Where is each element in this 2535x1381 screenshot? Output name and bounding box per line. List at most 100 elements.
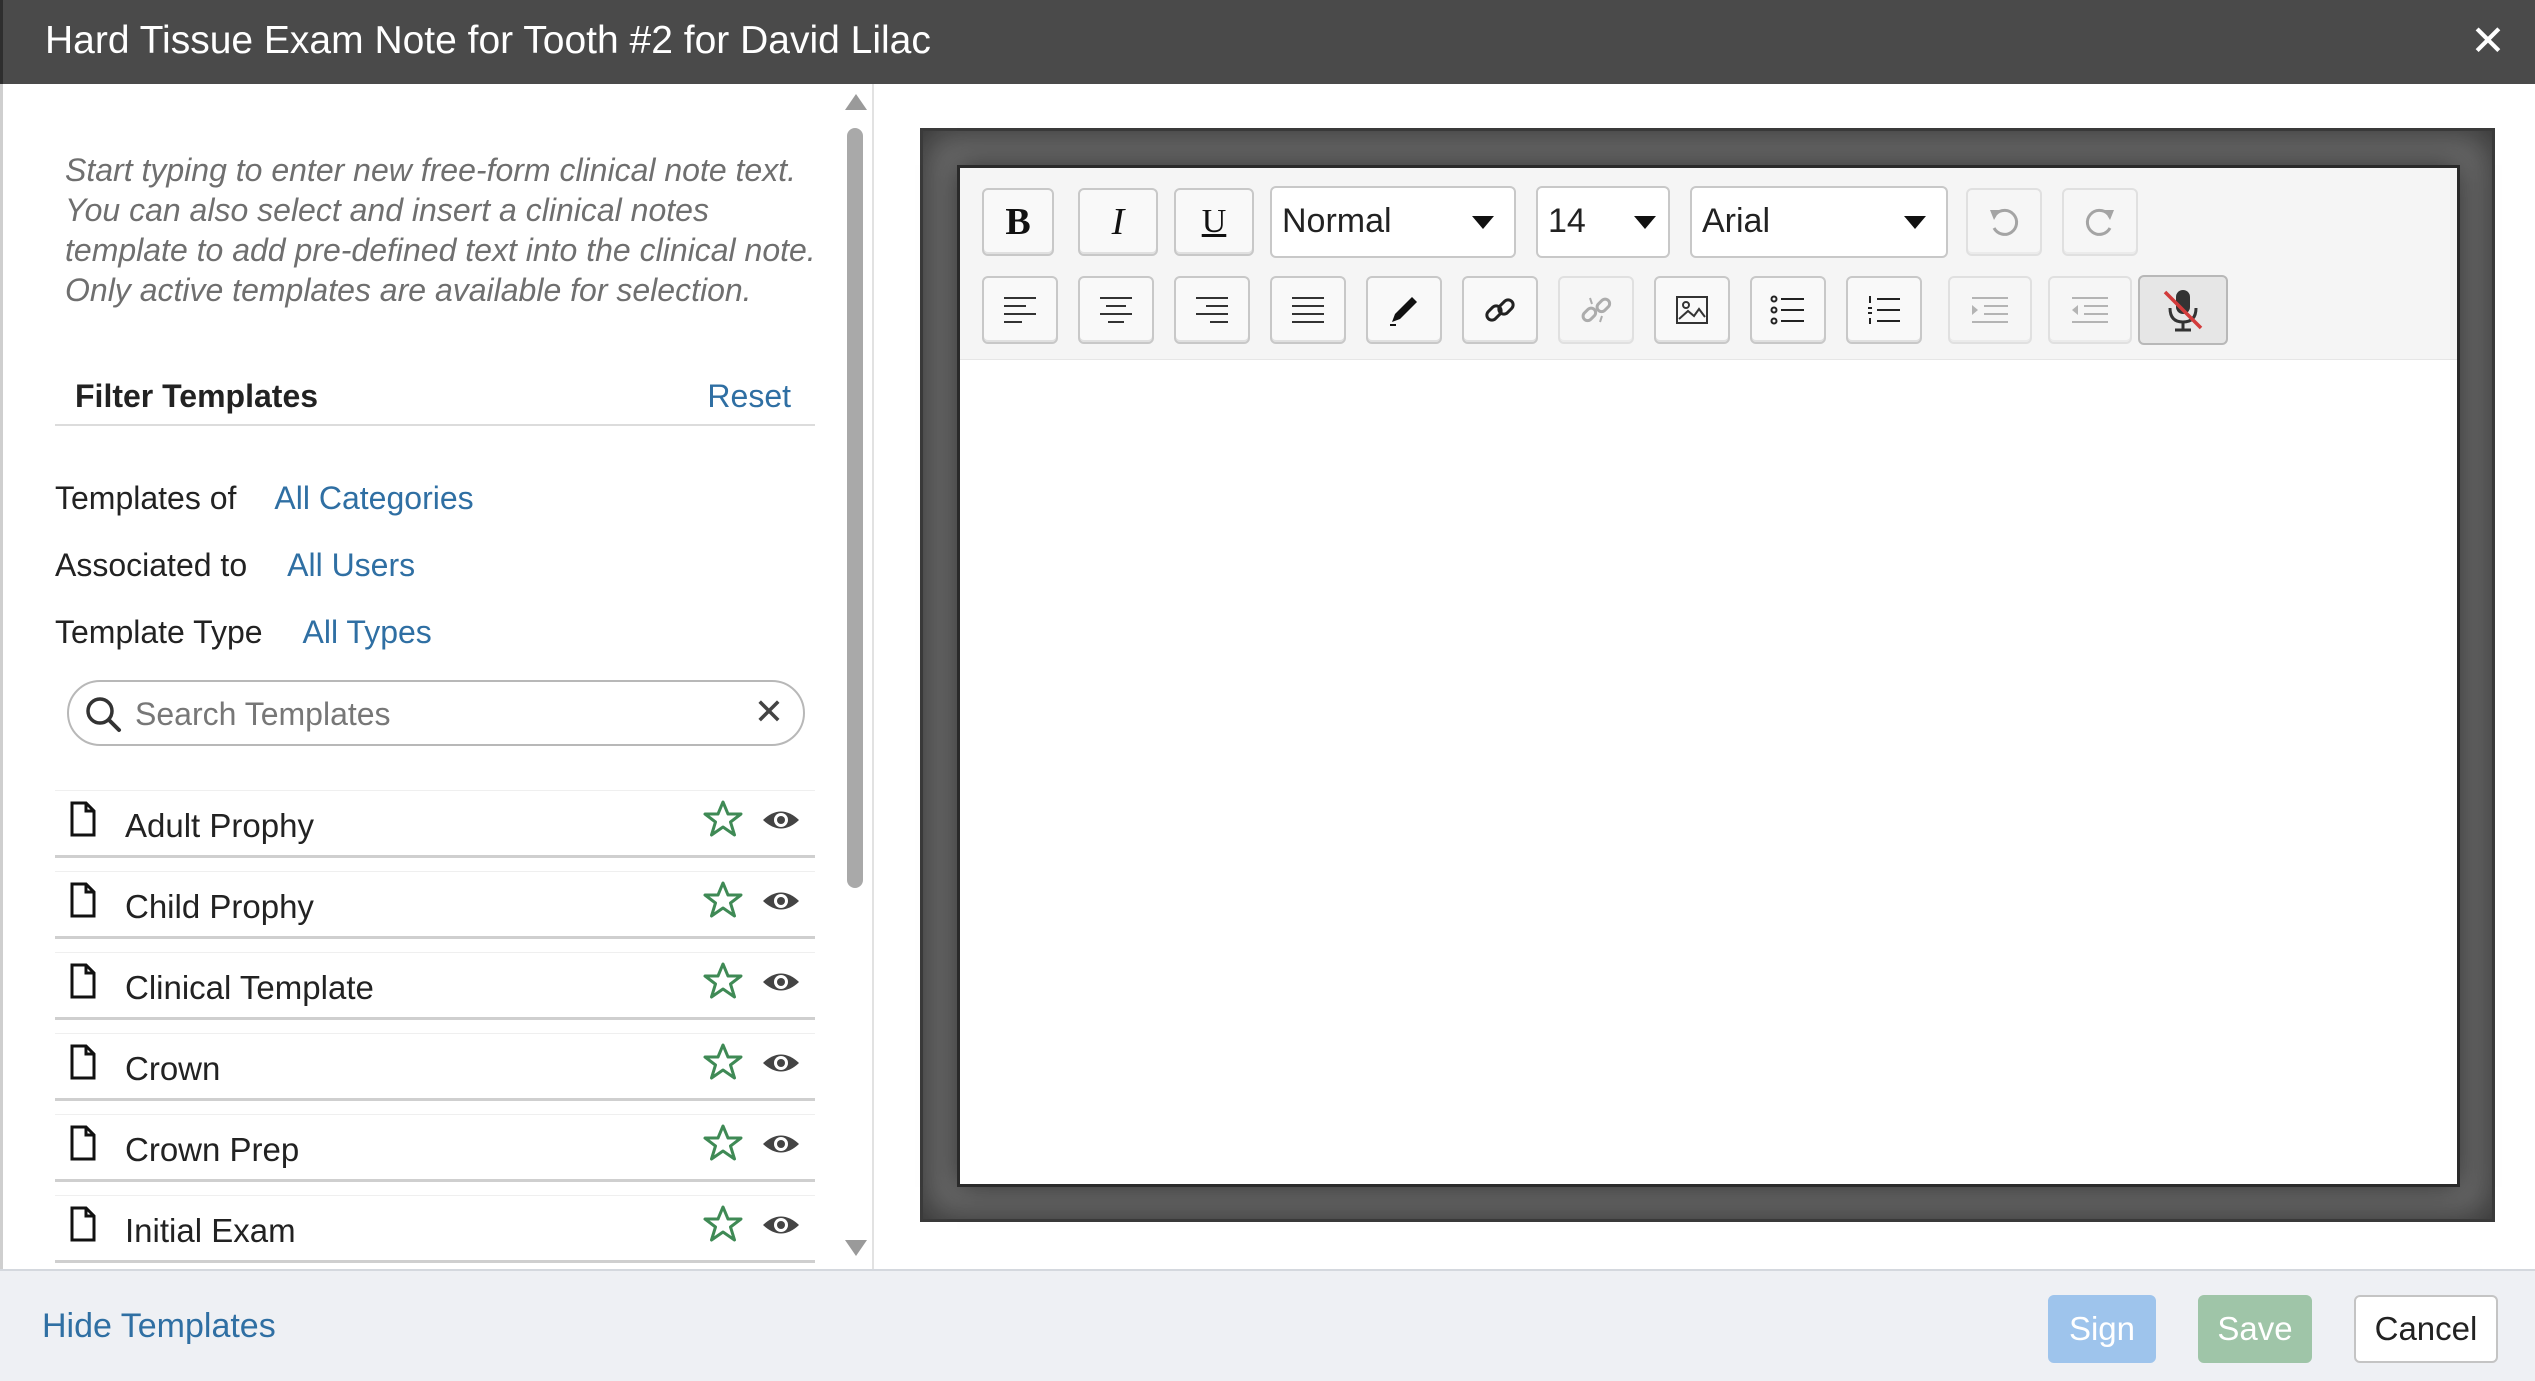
filter-value-category[interactable]: All Categories [274, 480, 473, 516]
clear-search-icon[interactable]: ✕ [749, 692, 789, 732]
cancel-button[interactable]: Cancel [2354, 1295, 2498, 1363]
rich-text-editor[interactable]: B I U Normal 14 Arial [957, 165, 2460, 1187]
redo-button[interactable] [2062, 188, 2138, 256]
outdent-button[interactable] [2048, 276, 2132, 344]
link-icon [1485, 298, 1515, 322]
search-input[interactable] [135, 692, 715, 736]
insert-link-button[interactable] [1462, 276, 1538, 344]
format-select-value: Normal [1282, 202, 1392, 240]
redo-icon [2085, 208, 2114, 236]
sign-button[interactable]: Sign [2048, 1295, 2156, 1363]
templates-scrollbar[interactable] [841, 84, 871, 1269]
filter-label-type: Template Type [55, 614, 263, 650]
justify-icon [1292, 297, 1324, 323]
star-icon[interactable] [703, 1204, 743, 1244]
eye-icon[interactable] [761, 1129, 801, 1159]
template-item-initial-exam[interactable]: Initial Exam [55, 1195, 815, 1263]
bold-button[interactable]: B [982, 188, 1054, 256]
template-list: Adult Prophy Child Prophy Clinical Templ… [55, 790, 815, 1269]
template-item-crown-prep[interactable]: Crown Prep [55, 1114, 815, 1182]
dialog-title: Hard Tissue Exam Note for Tooth #2 for D… [45, 19, 931, 62]
bulleted-list-button[interactable] [1750, 276, 1826, 344]
image-icon [1676, 296, 1708, 324]
template-item-clinical-template[interactable]: Clinical Template [55, 952, 815, 1020]
indent-button[interactable] [1948, 276, 2032, 344]
save-button[interactable]: Save [2198, 1295, 2312, 1363]
filter-label-category: Templates of [55, 480, 237, 516]
template-label: Crown [125, 1050, 221, 1087]
format-select[interactable]: Normal [1270, 186, 1516, 258]
scroll-down-icon[interactable] [845, 1240, 867, 1256]
filter-row-users: Associated to All Users [55, 545, 415, 585]
template-label: Adult Prophy [125, 807, 314, 844]
dictation-button[interactable] [2138, 275, 2228, 345]
unlink-button[interactable] [1558, 276, 1634, 344]
underline-button[interactable]: U [1174, 188, 1254, 256]
template-label: Crown Prep [125, 1131, 300, 1168]
filter-value-users[interactable]: All Users [287, 547, 415, 583]
numbered-list-button[interactable] [1846, 276, 1922, 344]
filter-header: Filter Templates Reset [55, 370, 815, 426]
filter-row-category: Templates of All Categories [55, 478, 474, 518]
outdent-icon [2072, 297, 2108, 323]
editor-toolbar: B I U Normal 14 Arial [960, 168, 2457, 360]
align-right-icon [1196, 297, 1228, 323]
pen-icon [1390, 297, 1417, 326]
microphone-off-icon [2163, 290, 2203, 332]
filter-value-type[interactable]: All Types [303, 614, 432, 650]
template-label: Initial Exam [125, 1212, 296, 1249]
templates-panel: Start typing to enter new free-form clin… [0, 84, 874, 1269]
star-icon[interactable] [703, 880, 743, 920]
align-left-icon [1004, 297, 1036, 323]
font-family-select[interactable]: Arial [1690, 186, 1948, 258]
filter-row-type: Template Type All Types [55, 612, 432, 652]
filter-label-users: Associated to [55, 547, 248, 583]
numbered-list-icon [1868, 296, 1900, 324]
template-label: Clinical Template [125, 969, 374, 1006]
eye-icon[interactable] [761, 1048, 801, 1078]
document-icon [70, 1044, 96, 1080]
title-bar: Hard Tissue Exam Note for Tooth #2 for D… [0, 0, 2535, 84]
font-size-value: 14 [1548, 202, 1586, 240]
document-icon [70, 963, 96, 999]
italic-button[interactable]: I [1078, 188, 1158, 256]
editor-content[interactable] [960, 360, 2457, 1184]
font-family-value: Arial [1702, 202, 1771, 240]
star-icon[interactable] [703, 1123, 743, 1163]
template-label: Child Prophy [125, 888, 314, 925]
star-icon[interactable] [703, 961, 743, 1001]
dialog-footer: Hide Templates Sign Save Cancel [0, 1269, 2535, 1381]
scroll-thumb[interactable] [847, 128, 863, 888]
align-center-button[interactable] [1078, 276, 1154, 344]
chevron-down-icon [1904, 216, 1926, 229]
reset-link[interactable]: Reset [707, 378, 791, 415]
hide-templates-link[interactable]: Hide Templates [42, 1307, 276, 1346]
align-right-button[interactable] [1174, 276, 1250, 344]
eye-icon[interactable] [761, 1210, 801, 1240]
scroll-up-icon[interactable] [845, 94, 867, 110]
templates-hint: Start typing to enter new free-form clin… [65, 152, 816, 308]
chevron-down-icon [1634, 216, 1656, 229]
star-icon[interactable] [703, 1042, 743, 1082]
indent-icon [1972, 297, 2008, 323]
eye-icon[interactable] [761, 805, 801, 835]
document-icon [70, 882, 96, 918]
search-icon [86, 697, 121, 732]
bullet-list-icon [1770, 295, 1804, 325]
undo-button[interactable] [1966, 188, 2042, 256]
text-color-button[interactable] [1366, 276, 1442, 344]
align-center-icon [1100, 297, 1132, 323]
align-left-button[interactable] [982, 276, 1058, 344]
unlink-icon [1581, 297, 1612, 323]
template-item-crown[interactable]: Crown [55, 1033, 815, 1101]
undo-icon [1990, 208, 2019, 236]
template-item-adult-prophy[interactable]: Adult Prophy [55, 790, 815, 858]
insert-image-button[interactable] [1654, 276, 1730, 344]
eye-icon[interactable] [761, 886, 801, 916]
star-icon[interactable] [703, 799, 743, 839]
justify-button[interactable] [1270, 276, 1346, 344]
font-size-select[interactable]: 14 [1536, 186, 1670, 258]
template-item-child-prophy[interactable]: Child Prophy [55, 871, 815, 939]
eye-icon[interactable] [761, 967, 801, 997]
close-icon[interactable]: ✕ [2465, 18, 2511, 64]
